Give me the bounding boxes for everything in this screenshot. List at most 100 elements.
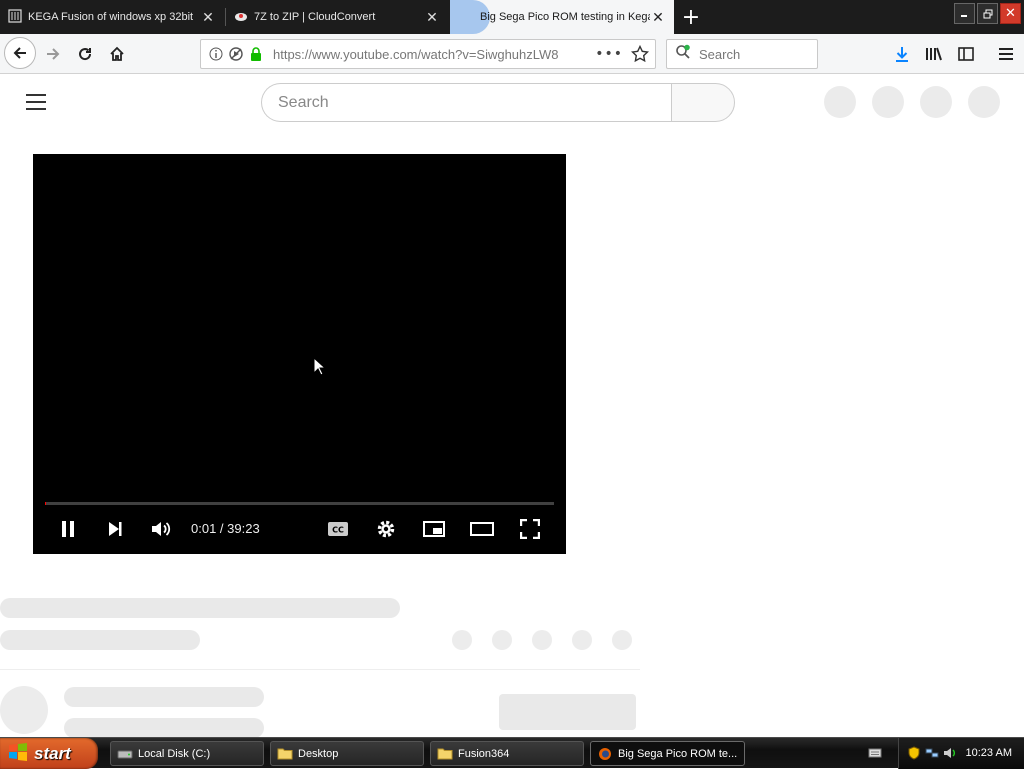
reload-button[interactable] — [70, 39, 100, 69]
new-tab-button[interactable]: + — [678, 4, 704, 30]
address-bar[interactable]: https://www.youtube.com/watch?v=Siwghuhz… — [200, 39, 656, 69]
theater-mode-button[interactable] — [467, 516, 497, 542]
header-icon-placeholder[interactable] — [872, 86, 904, 118]
network-icon[interactable] — [925, 746, 939, 760]
security-shield-icon[interactable] — [907, 746, 921, 760]
arrow-right-icon — [47, 48, 60, 60]
home-button[interactable] — [102, 39, 132, 69]
reload-icon — [79, 48, 92, 61]
time-display: 0:01 / 39:23 — [191, 521, 260, 536]
download-arrow-icon — [896, 47, 908, 62]
taskbar-item-fusion364[interactable]: Fusion364 — [430, 741, 584, 766]
miniplayer-icon — [423, 521, 445, 537]
clock: 10:23 AM — [965, 747, 1012, 759]
volume-button[interactable] — [147, 516, 177, 542]
hamburger-icon — [999, 48, 1013, 60]
start-label: start — [34, 743, 71, 763]
progress-bar-fill — [45, 502, 46, 505]
youtube-search-input[interactable]: Search — [261, 83, 671, 122]
settings-button[interactable] — [371, 516, 401, 542]
drive-icon — [117, 747, 133, 761]
next-button[interactable] — [100, 516, 130, 542]
closed-captions-icon: CC — [328, 522, 348, 536]
action-skeleton — [572, 630, 592, 650]
taskbar-item-label: Fusion364 — [458, 747, 510, 760]
windows-taskbar: start Local Disk (C:) Desktop Fusion364 … — [0, 737, 1024, 769]
svg-text:CC: CC — [332, 526, 344, 535]
subscriber-skeleton — [64, 718, 264, 737]
minimize-button[interactable] — [954, 3, 975, 24]
close-tab-icon[interactable]: ✕ — [424, 9, 440, 25]
tab-title: Big Sega Pico ROM testing in Kega — [480, 11, 650, 23]
guide-menu-button[interactable] — [24, 93, 48, 111]
tab-kega-fusion[interactable]: KEGA Fusion of windows xp 32bit ✕ — [0, 0, 224, 34]
forward-button[interactable] — [38, 39, 68, 69]
action-skeleton — [532, 630, 552, 650]
channel-avatar-skeleton — [0, 686, 48, 734]
action-skeleton — [492, 630, 512, 650]
sidebar-button[interactable] — [952, 40, 980, 68]
autoplay-blocked-icon[interactable] — [227, 45, 245, 63]
bookmark-star-icon[interactable] — [630, 44, 650, 67]
fullscreen-button[interactable] — [515, 516, 545, 542]
tab-sega-pico-active[interactable]: Big Sega Pico ROM testing in Kega ✕ — [450, 0, 674, 34]
avatar-placeholder[interactable] — [968, 86, 1000, 118]
taskbar-item-firefox[interactable]: Big Sega Pico ROM te... — [590, 741, 745, 766]
page-actions-icon[interactable]: ••• — [595, 46, 623, 62]
home-icon — [110, 46, 124, 61]
library-button[interactable] — [920, 40, 948, 68]
pause-button[interactable] — [53, 516, 83, 542]
firefox-icon — [597, 747, 613, 761]
start-button[interactable]: start — [0, 738, 98, 769]
menu-button[interactable] — [992, 40, 1020, 68]
tab-cloudconvert[interactable]: 7Z to ZIP | CloudConvert ✕ — [226, 0, 448, 34]
header-icon-placeholder[interactable] — [920, 86, 952, 118]
video-player[interactable]: 0:01 / 39:23 CC — [33, 154, 566, 554]
info-icon[interactable] — [207, 45, 225, 63]
search-icon — [675, 44, 691, 64]
gear-icon — [377, 520, 395, 538]
search-placeholder: Search — [699, 46, 741, 62]
close-window-button[interactable]: ✕ — [1000, 3, 1021, 24]
progress-bar[interactable] — [45, 502, 554, 505]
sidebar-icon — [958, 47, 974, 61]
back-button[interactable] — [4, 37, 36, 69]
taskbar-item-desktop[interactable]: Desktop — [270, 741, 424, 766]
volume-icon — [152, 522, 171, 536]
theater-icon — [470, 522, 494, 536]
tab-title: KEGA Fusion of windows xp 32bit — [28, 11, 194, 23]
views-skeleton — [0, 630, 200, 650]
browser-search-box[interactable]: Search — [666, 39, 818, 69]
close-tab-icon[interactable]: ✕ — [650, 9, 666, 25]
folder-icon — [277, 747, 293, 761]
windows-logo-icon — [8, 742, 28, 765]
youtube-search-button[interactable] — [671, 83, 735, 122]
browser-navigation-bar: https://www.youtube.com/watch?v=Siwghuhz… — [0, 34, 1024, 74]
channel-name-skeleton — [64, 687, 264, 707]
taskbar-item-label: Local Disk (C:) — [138, 747, 211, 760]
divider — [0, 669, 640, 670]
pause-icon — [62, 521, 74, 537]
volume-tray-icon[interactable] — [942, 746, 956, 760]
url-text: https://www.youtube.com/watch?v=Siwghuhz… — [273, 46, 559, 62]
taskbar-item-local-disk[interactable]: Local Disk (C:) — [110, 741, 264, 766]
system-tray: 10:23 AM — [898, 738, 1024, 769]
close-tab-icon[interactable]: ✕ — [200, 9, 216, 25]
miniplayer-button[interactable] — [419, 516, 449, 542]
keyboard-icon[interactable] — [868, 746, 882, 760]
arrow-left-icon — [13, 47, 26, 59]
library-icon — [8, 8, 22, 26]
taskbar-item-label: Desktop — [298, 747, 339, 760]
subscribe-button-skeleton — [499, 694, 636, 730]
library-icon — [926, 47, 942, 61]
restore-button[interactable] — [977, 3, 998, 24]
downloads-button[interactable] — [888, 40, 916, 68]
youtube-search-placeholder: Search — [278, 93, 329, 111]
title-skeleton — [0, 598, 400, 618]
lock-icon[interactable] — [247, 45, 265, 63]
mouse-cursor-icon — [313, 356, 327, 381]
fullscreen-icon — [520, 519, 540, 539]
header-icon-placeholder[interactable] — [824, 86, 856, 118]
taskbar-item-label: Big Sega Pico ROM te... — [618, 747, 738, 760]
subtitles-button[interactable]: CC — [323, 516, 353, 542]
